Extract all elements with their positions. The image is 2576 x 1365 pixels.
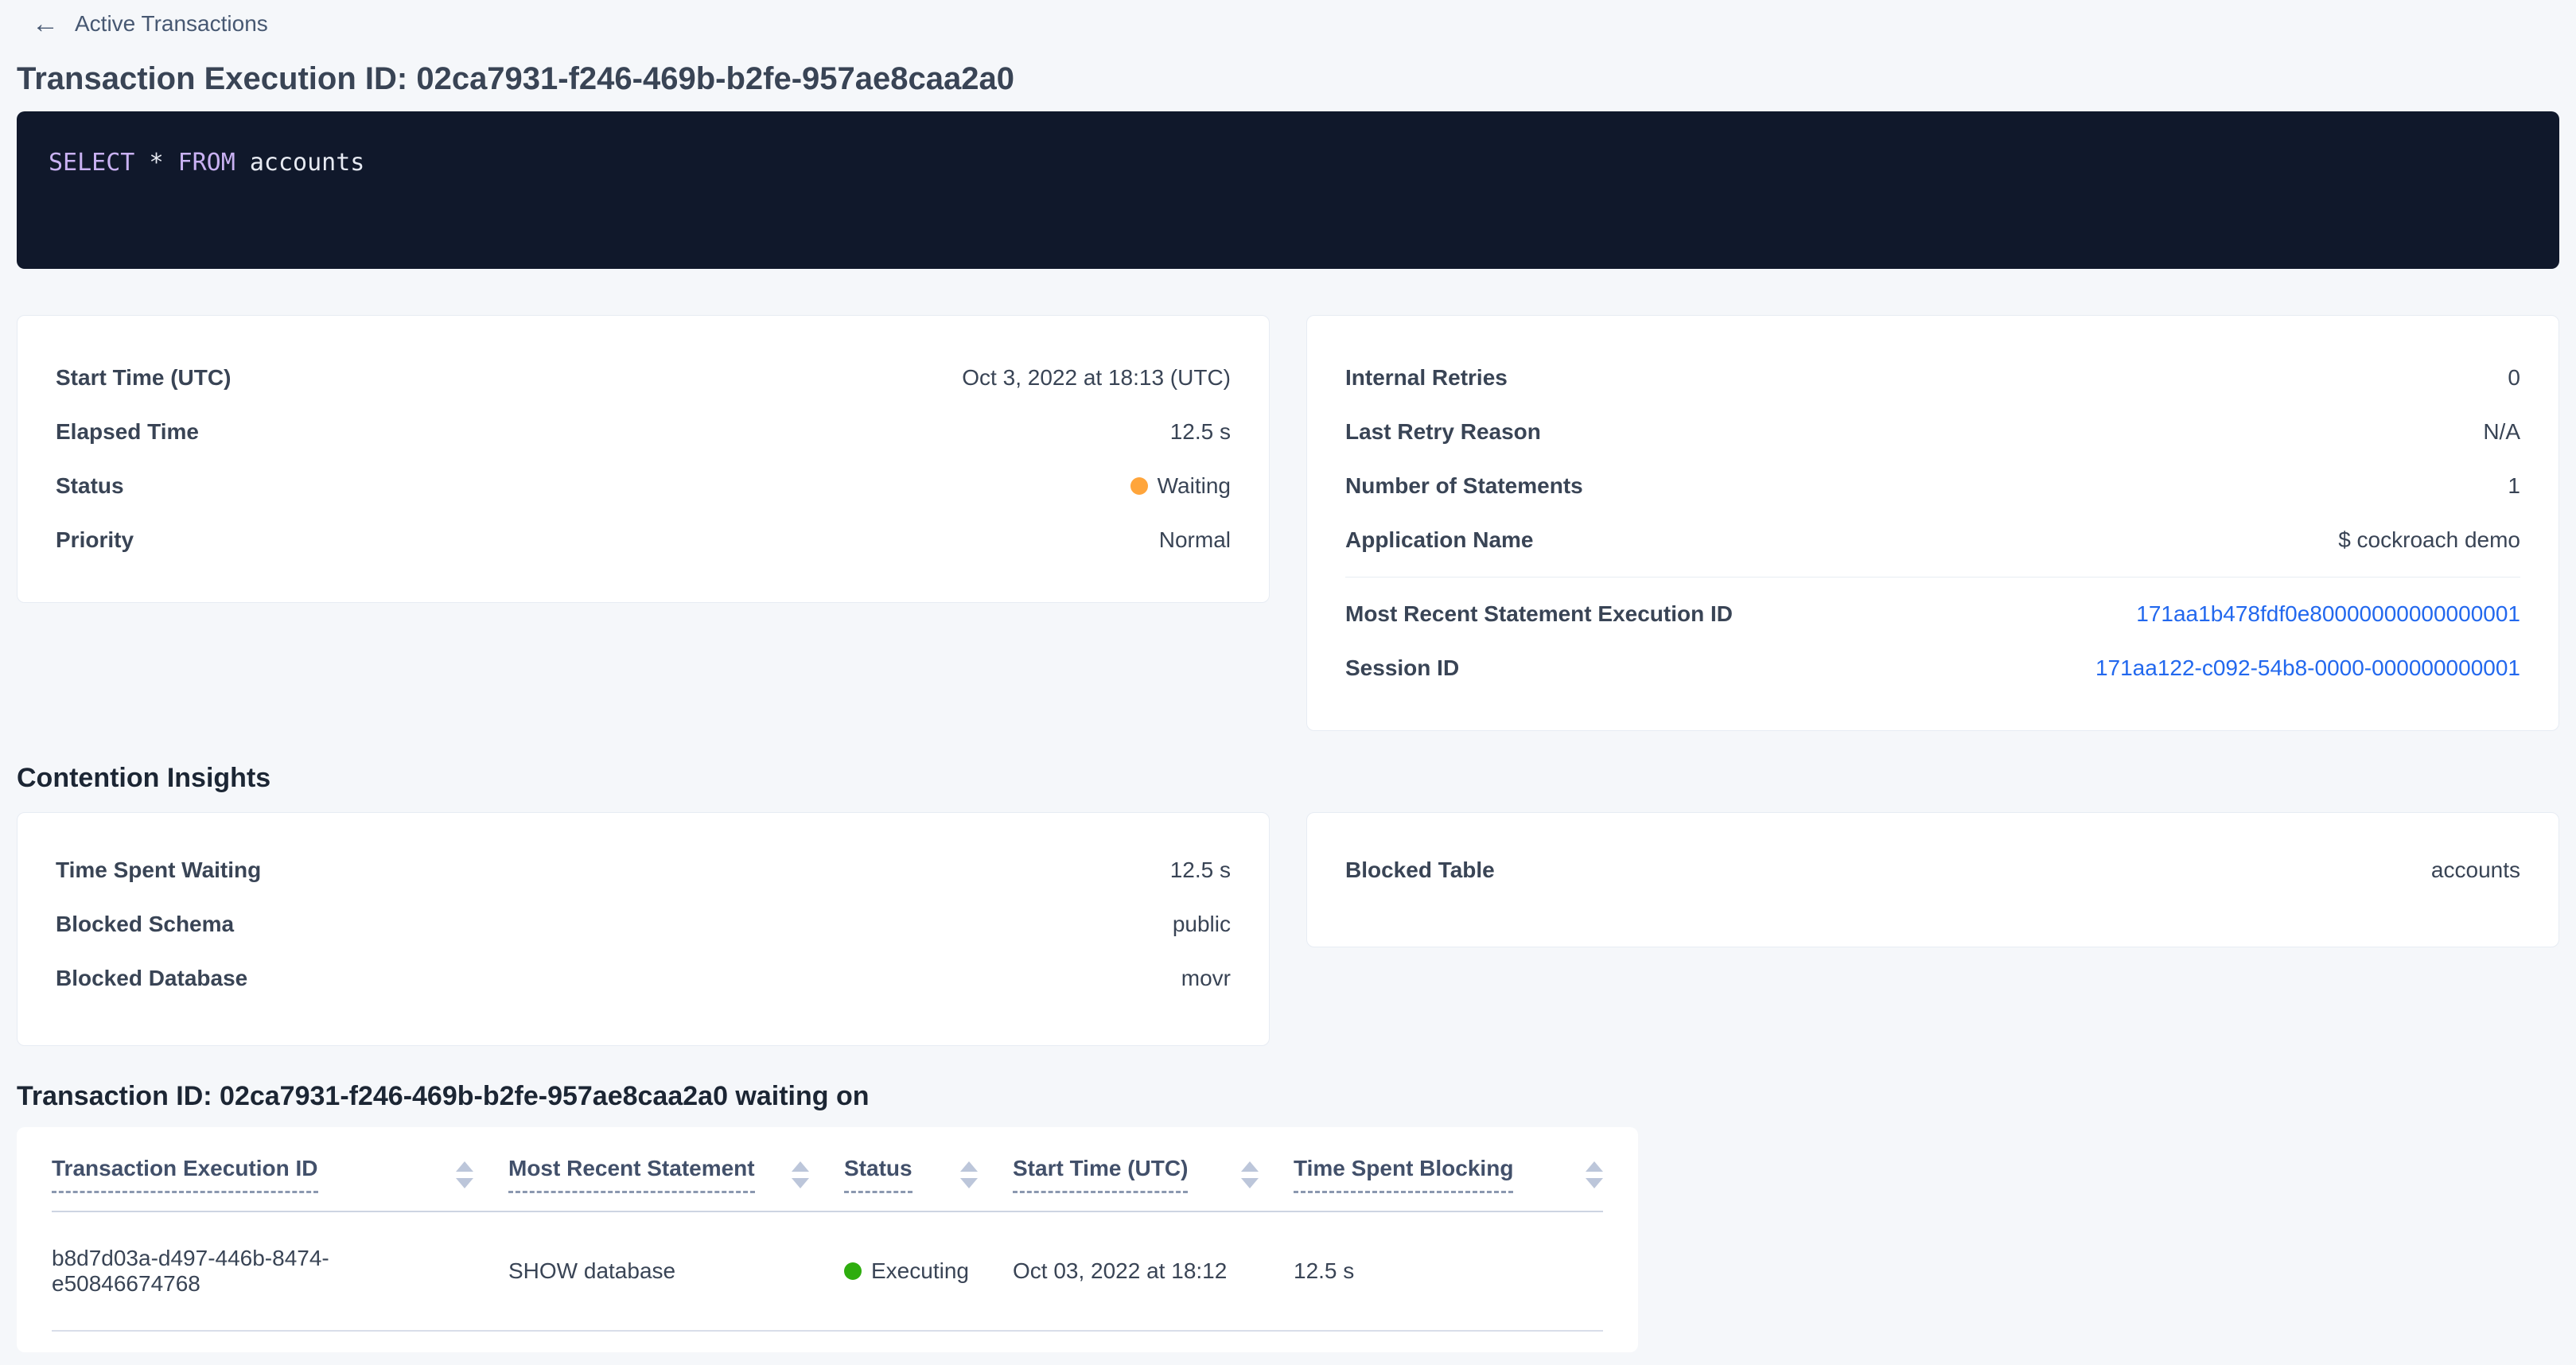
waiting-on-heading: Transaction ID: 02ca7931-f246-469b-b2fe-… — [17, 1078, 2559, 1114]
summary-row-priority: Priority Normal — [56, 513, 1231, 567]
table-header-row: Transaction Execution ID Most Recent Sta… — [52, 1127, 1603, 1212]
details-row-statement-count: Number of Statements 1 — [1345, 459, 2520, 513]
row-value: N/A — [2483, 419, 2520, 445]
row-label: Last Retry Reason — [1345, 419, 1541, 445]
back-link-label: Active Transactions — [75, 8, 268, 40]
row-label: Blocked Schema — [56, 912, 234, 937]
cell-status: Executing — [844, 1258, 1013, 1284]
summary-row-status: Status Waiting — [56, 459, 1231, 513]
status-dot-icon — [1130, 477, 1148, 495]
statement-execution-id-link[interactable]: 171aa1b478fdf0e80000000000000001 — [2136, 601, 2520, 627]
contention-left-card: Time Spent Waiting 12.5 s Blocked Schema… — [17, 812, 1270, 1046]
column-header-label: Start Time (UTC) — [1013, 1156, 1188, 1193]
row-value: $ cockroach demo — [2338, 527, 2520, 553]
cell-most-recent-statement: SHOW database — [508, 1258, 844, 1284]
column-header-time-spent-blocking[interactable]: Time Spent Blocking — [1294, 1156, 1603, 1193]
row-label: Priority — [56, 527, 134, 553]
row-label: Session ID — [1345, 655, 1459, 681]
row-label: Status — [56, 473, 124, 499]
row-label: Number of Statements — [1345, 473, 1583, 499]
page-title: Transaction Execution ID: 02ca7931-f246-… — [17, 57, 2559, 100]
column-header-most-recent-statement[interactable]: Most Recent Statement — [508, 1156, 844, 1193]
back-arrow-icon: ← — [32, 8, 59, 40]
contention-row-blocked-table: Blocked Table accounts — [1345, 843, 2520, 897]
row-value: 0 — [2508, 365, 2520, 391]
sql-keyword: SELECT — [49, 149, 134, 177]
transaction-details-page: ← Active Transactions Transaction Execut… — [0, 0, 2576, 1352]
cell-transaction-execution-id: b8d7d03a-d497-446b-8474-e50846674768 — [52, 1246, 508, 1297]
row-value: Normal — [1159, 527, 1231, 553]
row-value: 1 — [2508, 473, 2520, 499]
sort-icon[interactable] — [456, 1161, 473, 1188]
details-row-statement-execution-id: Most Recent Statement Execution ID 171aa… — [1345, 587, 2520, 641]
sql-table-name: accounts — [250, 149, 365, 177]
column-header-status[interactable]: Status — [844, 1156, 1013, 1193]
waiting-transactions-table: Transaction Execution ID Most Recent Sta… — [17, 1127, 1638, 1352]
row-label: Internal Retries — [1345, 365, 1508, 391]
back-link[interactable]: ← Active Transactions — [17, 0, 268, 40]
sort-icon[interactable] — [1586, 1161, 1603, 1188]
row-value: 12.5 s — [1170, 858, 1231, 883]
row-label: Time Spent Waiting — [56, 858, 261, 883]
status-badge: Executing — [871, 1258, 969, 1284]
details-row-last-retry-reason: Last Retry Reason N/A — [1345, 405, 2520, 459]
row-value: accounts — [2431, 858, 2520, 883]
row-value: public — [1173, 912, 1231, 937]
row-value: 12.5 s — [1170, 419, 1231, 445]
column-header-transaction-execution-id[interactable]: Transaction Execution ID — [52, 1156, 508, 1193]
row-value: movr — [1181, 966, 1231, 991]
summary-row-start-time: Start Time (UTC) Oct 3, 2022 at 18:13 (U… — [56, 351, 1231, 405]
row-label: Application Name — [1345, 527, 1533, 553]
table-row: b8d7d03a-d497-446b-8474-e50846674768 SHO… — [52, 1212, 1603, 1332]
row-label: Most Recent Statement Execution ID — [1345, 601, 1733, 627]
details-row-application-name: Application Name $ cockroach demo — [1345, 513, 2520, 567]
sort-icon[interactable] — [960, 1161, 978, 1188]
column-header-label: Most Recent Statement — [508, 1156, 755, 1193]
contention-row-blocked-schema: Blocked Schema public — [56, 897, 1231, 951]
row-label: Start Time (UTC) — [56, 365, 231, 391]
row-label: Elapsed Time — [56, 419, 199, 445]
cell-time-spent-blocking: 12.5 s — [1294, 1258, 1603, 1284]
sort-icon[interactable] — [1241, 1161, 1259, 1188]
sql-statement-box: SELECT * FROM accounts — [17, 111, 2559, 269]
sort-icon[interactable] — [792, 1161, 809, 1188]
row-label: Blocked Table — [1345, 858, 1495, 883]
summary-card: Start Time (UTC) Oct 3, 2022 at 18:13 (U… — [17, 315, 1270, 603]
contention-insights-heading: Contention Insights — [17, 760, 2559, 796]
details-row-session-id: Session ID 171aa122-c092-54b8-0000-00000… — [1345, 641, 2520, 695]
status-badge: Waiting — [1158, 473, 1231, 499]
summary-row-elapsed-time: Elapsed Time 12.5 s — [56, 405, 1231, 459]
row-label: Blocked Database — [56, 966, 247, 991]
row-value: Oct 3, 2022 at 18:13 (UTC) — [962, 365, 1231, 391]
execution-details-card: Internal Retries 0 Last Retry Reason N/A… — [1306, 315, 2559, 731]
sql-operator: * — [149, 149, 163, 177]
session-id-link[interactable]: 171aa122-c092-54b8-0000-000000000001 — [2095, 655, 2520, 681]
column-header-label: Time Spent Blocking — [1294, 1156, 1513, 1193]
contention-row-time-spent-waiting: Time Spent Waiting 12.5 s — [56, 843, 1231, 897]
column-header-start-time[interactable]: Start Time (UTC) — [1013, 1156, 1294, 1193]
cell-start-time: Oct 03, 2022 at 18:12 — [1013, 1258, 1294, 1284]
column-header-label: Status — [844, 1156, 912, 1193]
column-header-label: Transaction Execution ID — [52, 1156, 318, 1193]
status-dot-icon — [844, 1262, 862, 1280]
details-row-internal-retries: Internal Retries 0 — [1345, 351, 2520, 405]
sql-keyword: FROM — [178, 149, 235, 177]
card-divider — [1345, 577, 2520, 578]
contention-row-blocked-database: Blocked Database movr — [56, 951, 1231, 1005]
contention-right-card: Blocked Table accounts — [1306, 812, 2559, 947]
